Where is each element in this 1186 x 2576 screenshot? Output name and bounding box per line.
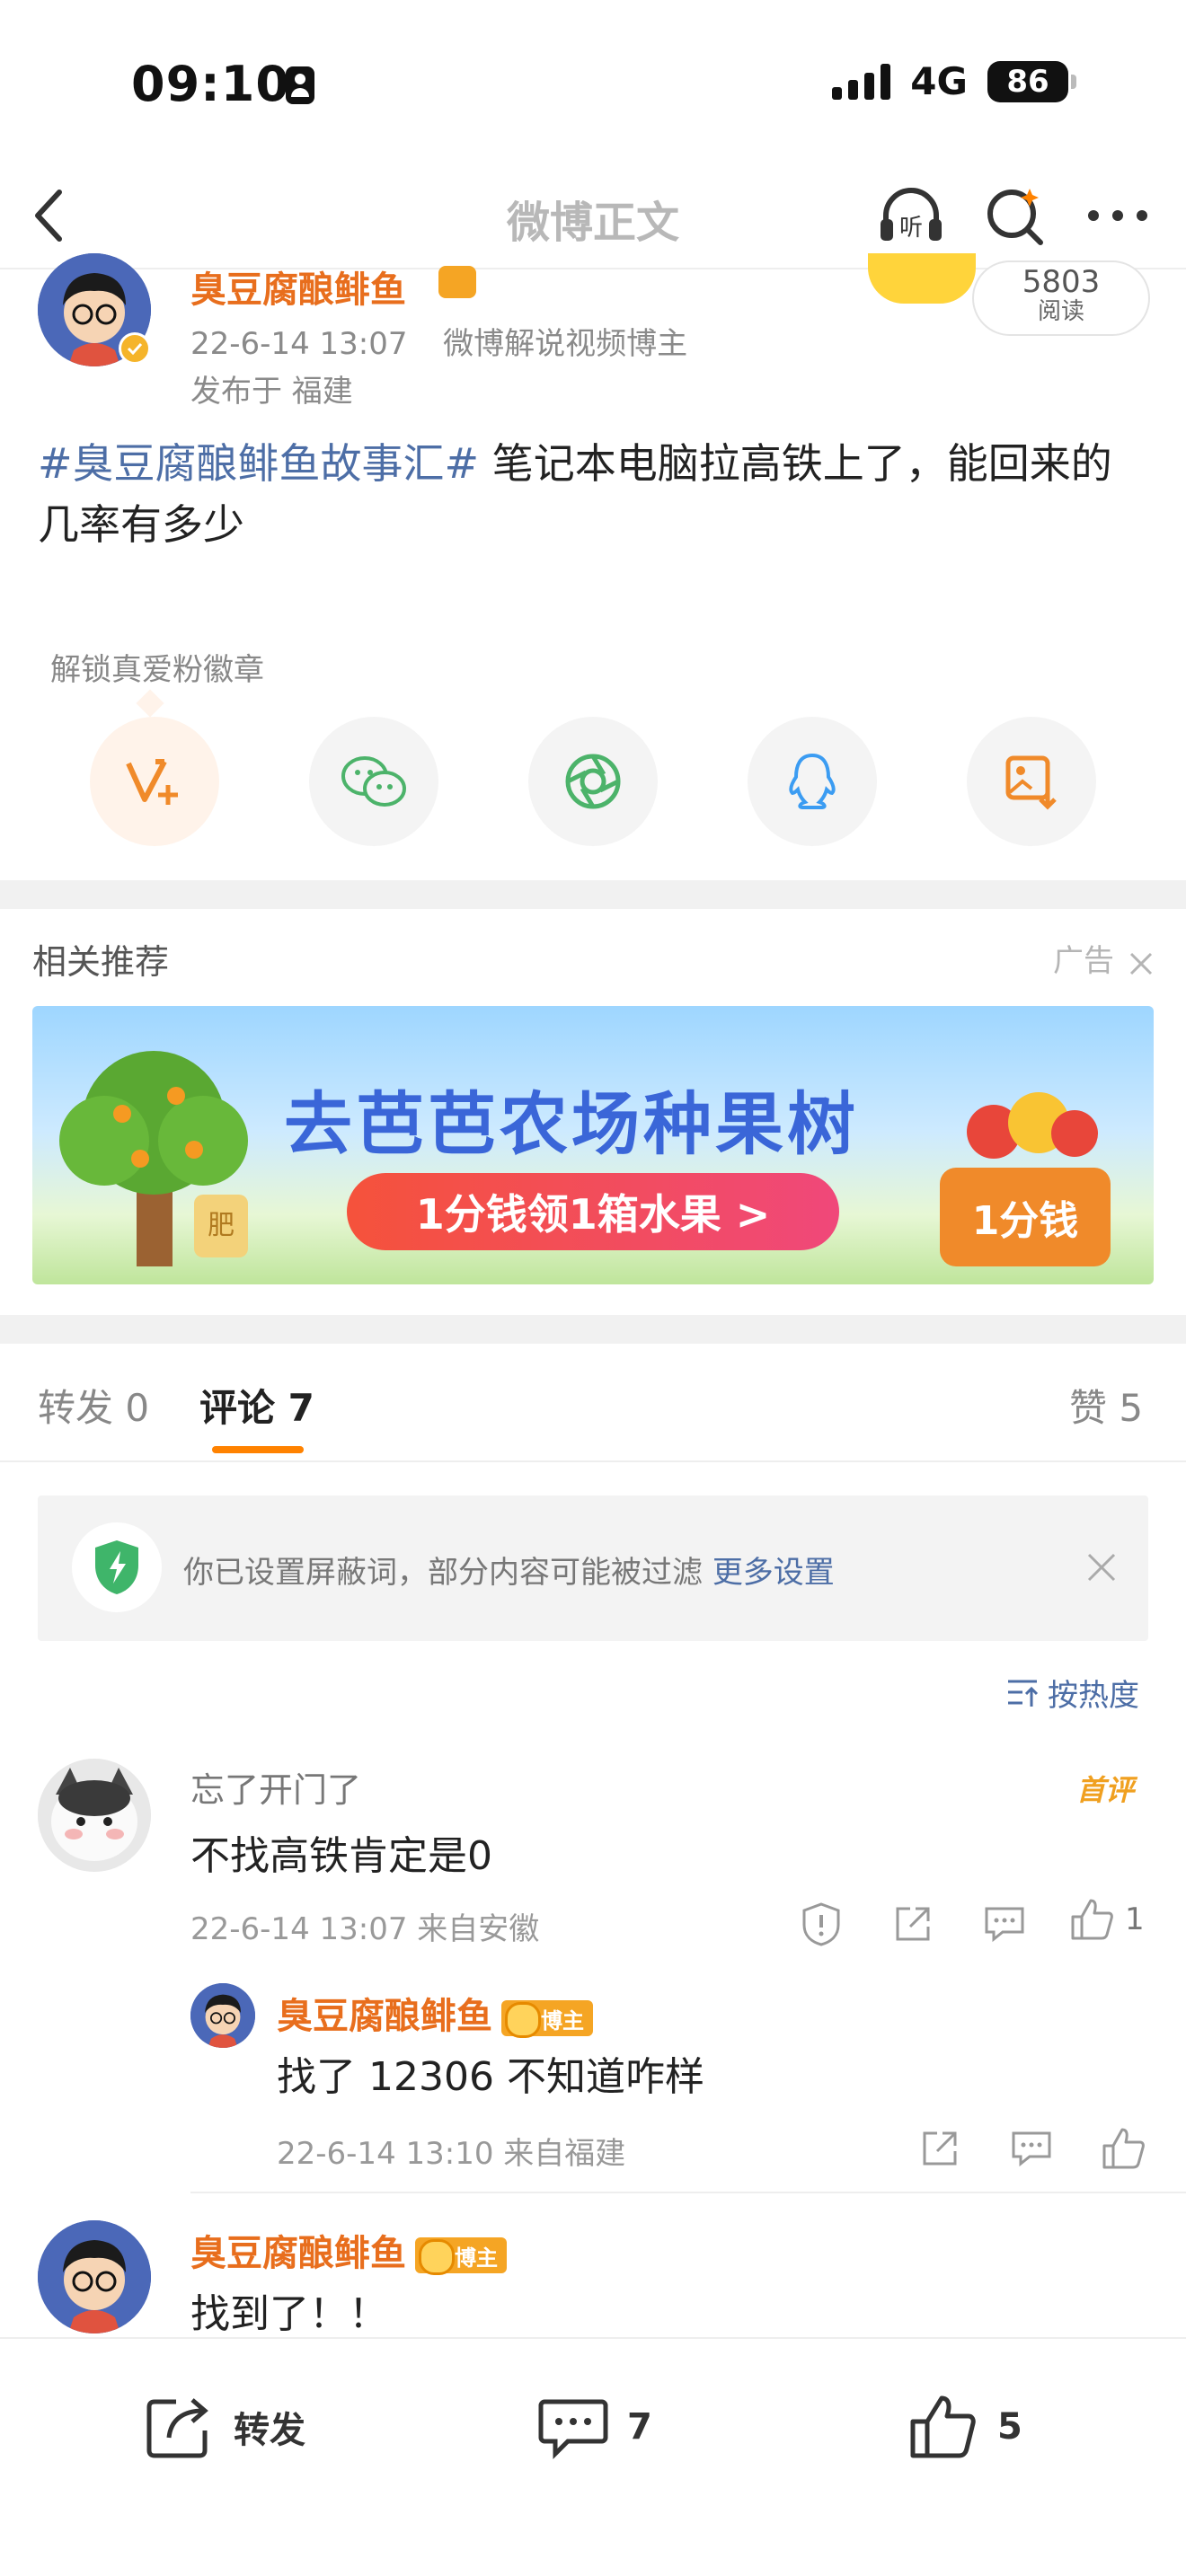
tab-active-indicator: [212, 1446, 304, 1453]
crown-badge-icon: [438, 266, 476, 298]
reply-to-reply-icon[interactable]: [1005, 2122, 1058, 2175]
like-count: 1: [1125, 1901, 1145, 1937]
reply-meta: 22-6-14 13:10 来自福建: [277, 2136, 626, 2172]
author-role: 微博解说视频博主: [443, 326, 688, 362]
tab-comment[interactable]: 评论 7: [199, 1378, 314, 1433]
verified-icon: [119, 332, 151, 365]
close-notice-icon[interactable]: [1084, 1549, 1120, 1585]
post-body: #臭豆腐酿鲱鱼故事汇# 笔记本电脑拉高铁上了，能回来的几率有多少: [38, 433, 1152, 555]
read-label: 阅读: [1037, 298, 1084, 325]
wechat-icon: [341, 756, 406, 807]
listen-icon[interactable]: 听: [875, 180, 947, 251]
reply-text: 找了 12306 不知道咋样: [277, 2054, 704, 2100]
comment-count: 7: [627, 2406, 652, 2448]
comment-divider: [190, 2192, 1186, 2193]
save-image-icon: [1005, 755, 1057, 810]
author-reply-text: 找到了！！: [190, 2291, 388, 2337]
close-ad-icon[interactable]: [1128, 949, 1155, 976]
more-icon[interactable]: [1082, 180, 1154, 251]
post-location: 发布于 福建: [190, 374, 353, 410]
fruit-basket-icon: [958, 1078, 1102, 1168]
share-reply-icon[interactable]: [913, 2122, 967, 2175]
screen-record-icon: [286, 66, 314, 104]
author-reply-name: 臭豆腐酿鲱鱼: [190, 2233, 406, 2274]
battery-icon: 86: [987, 60, 1076, 102]
qq-icon: [789, 753, 836, 809]
blogger-badge: 博主: [501, 2000, 593, 2038]
recommend-title: 相关推荐: [32, 942, 170, 982]
tab-repost[interactable]: 转发 0: [38, 1378, 149, 1433]
bottom-action-bar: 转发 7 5: [0, 2337, 1186, 2576]
report-icon[interactable]: [794, 1897, 848, 1951]
wechat-share-button[interactable]: [309, 717, 438, 846]
comment-icon: [538, 2399, 608, 2460]
shield-icon: [72, 1522, 162, 1612]
share-comment-icon[interactable]: [886, 1897, 940, 1951]
comment-user[interactable]: 忘了开门了: [190, 1762, 361, 1812]
repost-icon: [146, 2398, 208, 2458]
moments-icon: [565, 754, 621, 809]
ad-label-text: 广告: [1053, 943, 1114, 979]
signal-icon: [832, 63, 891, 100]
reply-icon[interactable]: [978, 1897, 1031, 1951]
tooltip-arrow: [136, 689, 164, 718]
more-settings-link[interactable]: 更多设置: [712, 1555, 835, 1591]
thumbs-up-icon: [1071, 1899, 1113, 1940]
comment-text: 不找高铁肯定是0: [190, 1833, 492, 1879]
post-meta: 22-6-14 13:07 微博解说视频博主: [190, 319, 687, 363]
section-divider: [0, 1315, 1186, 1344]
ad-label[interactable]: 广告: [1053, 936, 1155, 980]
reply-avatar[interactable]: [190, 1983, 255, 2048]
qq-share-button[interactable]: [748, 717, 877, 846]
comment-meta: 22-6-14 13:07 来自安徽: [190, 1911, 540, 1947]
topic-link[interactable]: #臭豆腐酿鲱鱼故事汇#: [38, 439, 479, 488]
tab-like[interactable]: 赞 5: [1069, 1378, 1143, 1433]
sort-icon: [1008, 1680, 1039, 1707]
like-icon: [910, 2395, 976, 2458]
unlock-badge-label[interactable]: 解锁真爱粉徽章: [50, 645, 264, 689]
like-reply-icon[interactable]: [1096, 2122, 1150, 2175]
repost-button[interactable]: 转发: [144, 2393, 305, 2461]
commenter-avatar[interactable]: [38, 1759, 151, 1872]
nav-bar: 微博正文 听: [0, 153, 1186, 269]
fertilizer-tag: 肥: [194, 1195, 248, 1257]
comment-button[interactable]: 7: [537, 2393, 652, 2461]
status-bar: 09:10 4G 86: [0, 0, 1186, 153]
save-image-button[interactable]: [967, 717, 1096, 846]
read-count-pill[interactable]: 5803 阅读: [972, 260, 1150, 336]
like-comment-button[interactable]: 1: [1069, 1897, 1145, 1942]
author-reply-avatar[interactable]: [38, 2220, 151, 2333]
first-comment-badge: 首评: [1076, 1773, 1135, 1807]
status-time: 09:10: [131, 56, 290, 112]
ad-banner[interactable]: 肥 去芭芭农场种果树 1分钱领1箱水果 > 1分钱: [32, 1006, 1154, 1284]
section-divider: [0, 880, 1186, 909]
filter-text: 你已设置屏蔽词，部分内容可能被过滤 更多设置: [183, 1548, 835, 1592]
network-type: 4G: [910, 59, 968, 103]
blogger-badge: 博主: [415, 2237, 507, 2275]
mascot-icon: [868, 253, 976, 304]
banner-title: 去芭芭农场种果树: [284, 1084, 859, 1164]
moments-share-button[interactable]: [528, 717, 658, 846]
reply-user-name: 臭豆腐酿鲱鱼: [277, 1996, 492, 2037]
like-button[interactable]: 5: [907, 2393, 1022, 2461]
battery-level: 86: [987, 60, 1068, 102]
like-count-total: 5: [997, 2406, 1022, 2448]
filter-message: 你已设置屏蔽词，部分内容可能被过滤: [183, 1555, 712, 1591]
filter-notice: 你已设置屏蔽词，部分内容可能被过滤 更多设置: [38, 1495, 1148, 1641]
status-indicators: 4G 86: [832, 59, 1076, 103]
post-time: 22-6-14 13:07: [190, 326, 408, 362]
sort-label: 按热度: [1048, 1678, 1139, 1714]
read-count: 5803: [1022, 264, 1101, 300]
fan-badge-button[interactable]: [90, 717, 219, 846]
svg-text:听: 听: [899, 215, 923, 242]
banner-cta-button[interactable]: 1分钱领1箱水果 >: [347, 1173, 839, 1250]
author-name[interactable]: 臭豆腐酿鲱鱼: [190, 260, 406, 313]
sort-button[interactable]: 按热度: [1006, 1671, 1139, 1715]
banner-price: 1分钱: [940, 1168, 1111, 1266]
repost-label: 转发: [234, 2410, 305, 2451]
reply-user[interactable]: 臭豆腐酿鲱鱼 博主: [277, 1987, 593, 2039]
tab-divider: [0, 1460, 1186, 1462]
search-icon[interactable]: [979, 180, 1051, 251]
author-reply-user[interactable]: 臭豆腐酿鲱鱼 博主: [190, 2224, 507, 2276]
